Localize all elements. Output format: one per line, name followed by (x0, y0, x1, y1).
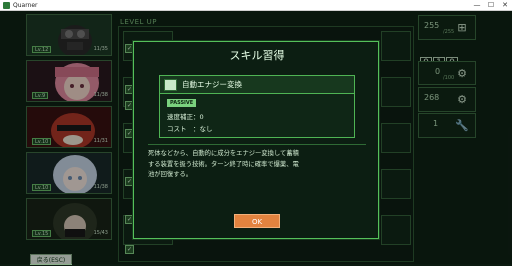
maximize-button[interactable]: ☐ (484, 0, 498, 11)
window-title: Quarner (13, 2, 38, 9)
skill-name: 自動エナジー変換 (182, 80, 242, 89)
passive-badge: PASSIVE (167, 99, 197, 107)
close-button[interactable]: ✕ (498, 0, 512, 11)
skill-speed: 速度補正：0 (167, 113, 204, 121)
game-window: Quarner — ☐ ✕ Lv.12 11/35 Lv.9 11/38 Lv.… (0, 0, 512, 265)
skill-icon (164, 79, 177, 91)
skill-header: 自動エナジー変換 (160, 76, 354, 94)
ok-button[interactable]: OK (234, 214, 280, 228)
description-line: 死体などから、自動的に成分をエナジー変換して蓄積 (148, 150, 299, 157)
minimize-button[interactable]: — (470, 0, 484, 11)
skill-learn-dialog: スキル習得 自動エナジー変換 PASSIVE 速度補正：0 コスト ：なし 死体… (133, 41, 379, 239)
description-line: 池が回復する。 (148, 171, 193, 178)
title-bar: Quarner — ☐ ✕ (0, 0, 512, 11)
skill-description: 死体などから、自動的に成分をエナジー変換して蓄積 する装置を扱う技術。ターン終了… (148, 144, 366, 181)
description-line: する装置を扱う技術。ターン終了時に確率で爆薬、電 (148, 160, 299, 168)
dialog-title: スキル習得 (229, 49, 285, 62)
skill-card: 自動エナジー変換 PASSIVE 速度補正：0 コスト ：なし (159, 75, 355, 138)
app-icon (3, 2, 10, 9)
skill-cost: コスト ：なし (167, 125, 213, 133)
